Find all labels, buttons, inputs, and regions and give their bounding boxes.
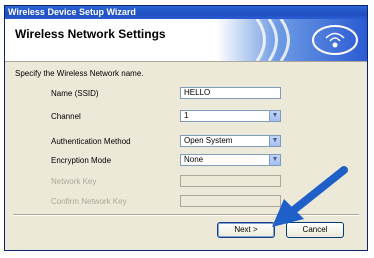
wireless-signal-icon (217, 19, 367, 61)
ssid-input[interactable]: HELLO (180, 87, 281, 99)
chevron-down-icon[interactable]: ▼ (269, 111, 280, 121)
window-title: Wireless Device Setup Wizard (5, 6, 367, 19)
encryption-label: Encryption Mode (51, 156, 112, 165)
confirm-network-key-label: Confirm Network Key (51, 197, 127, 206)
instruction-text: Specify the Wireless Network name. (15, 69, 144, 78)
channel-label: Channel (51, 112, 81, 121)
pointer-arrow-icon (272, 166, 348, 227)
chevron-down-icon[interactable]: ▼ (269, 155, 280, 165)
network-key-label: Network Key (51, 177, 97, 186)
authentication-label: Authentication Method (51, 137, 131, 146)
chevron-down-icon[interactable]: ▼ (269, 136, 280, 146)
ssid-label: Name (SSID) (51, 89, 99, 98)
page-title: Wireless Network Settings (15, 27, 166, 41)
header-banner: Wireless Network Settings (5, 19, 367, 62)
authentication-select[interactable]: Open System ▼ (180, 135, 281, 147)
channel-select[interactable]: 1 ▼ (180, 110, 281, 122)
